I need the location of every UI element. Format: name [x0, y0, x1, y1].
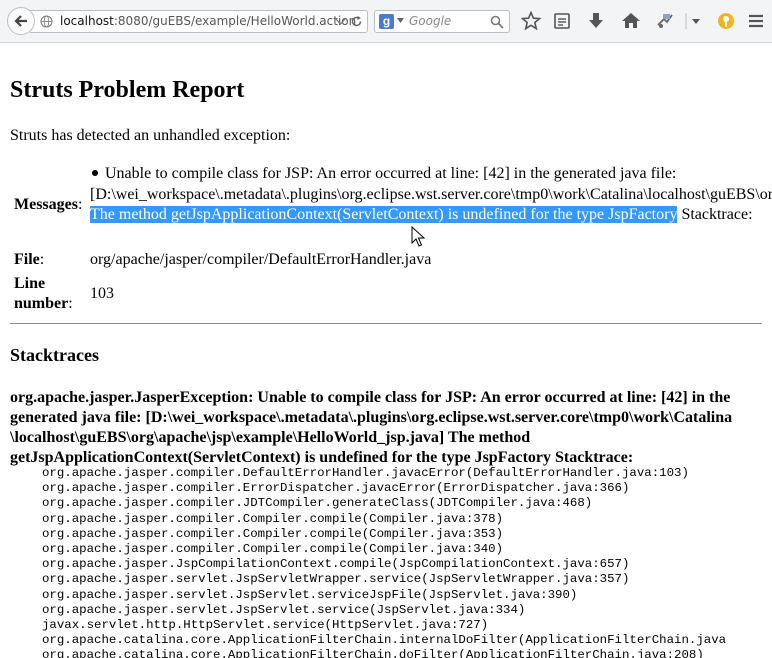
- search-input[interactable]: Google: [409, 14, 451, 28]
- line-label-1: Line: [14, 275, 46, 292]
- search-box[interactable]: g Google: [374, 10, 510, 33]
- menu-icon[interactable]: [746, 11, 766, 31]
- stack-trace-line: javax.servlet.http.HttpServlet.service(H…: [42, 618, 489, 633]
- file-label-text: File: [14, 251, 40, 268]
- line-label-2: number:: [14, 295, 73, 313]
- divider: [10, 323, 762, 324]
- stack-trace-line: org.apache.jasper.compiler.JDTCompiler.g…: [42, 496, 593, 511]
- menu-dropdown-icon[interactable]: [686, 11, 706, 31]
- download-icon[interactable]: [586, 11, 606, 31]
- file-value: org/apache/jasper/compiler/DefaultErrorH…: [90, 251, 432, 268]
- mouse-cursor-icon: [411, 226, 425, 247]
- file-label: File:: [14, 251, 44, 269]
- home-icon[interactable]: [621, 11, 641, 31]
- stack-trace-line: org.apache.catalina.core.ApplicationFilt…: [42, 633, 727, 648]
- bookmark-star-icon[interactable]: [521, 11, 541, 31]
- google-icon: g: [379, 14, 394, 29]
- reload-icon[interactable]: [350, 15, 363, 28]
- back-icon: [14, 15, 27, 27]
- colon: :: [68, 295, 73, 312]
- line-number-value: 103: [90, 285, 114, 302]
- search-icon[interactable]: [490, 15, 504, 29]
- messages-label-text: Messages: [14, 196, 78, 213]
- page-title: Struts Problem Report: [10, 77, 245, 103]
- stack-trace-line: org.apache.catalina.core.ApplicationFilt…: [42, 648, 704, 658]
- colon: :: [77, 196, 83, 213]
- stacktraces-heading: Stacktraces: [10, 345, 99, 365]
- engine-dropdown-icon[interactable]: [397, 18, 404, 23]
- stack-trace-line: org.apache.jasper.compiler.Compiler.comp…: [42, 511, 504, 526]
- extension-icon[interactable]: [716, 11, 736, 31]
- selected-text[interactable]: The method getJspApplicationContext(Serv…: [90, 206, 678, 223]
- url-bar[interactable]: localhost:8080/guEBS/example/HelloWorld.…: [30, 10, 368, 33]
- dropdown-icon[interactable]: [334, 15, 347, 28]
- url-path: :8080/guEBS/example/HelloWorld.action: [113, 14, 357, 28]
- stack-trace-line: org.apache.jasper.servlet.JspServlet.ser…: [42, 602, 526, 617]
- stack-trace-line: org.apache.jasper.servlet.JspServletWrap…: [42, 572, 630, 587]
- url-host: localhost: [60, 14, 114, 28]
- colon: :: [39, 251, 45, 268]
- message-tail: Stacktrace:: [681, 206, 753, 223]
- browser-toolbar: localhost:8080/guEBS/example/HelloWorld.…: [0, 0, 772, 43]
- url-text: localhost:8080/guEBS/example/HelloWorld.…: [60, 14, 356, 28]
- message-body: Unable to compile class for JSP: An erro…: [90, 165, 772, 203]
- page-content: Struts Problem Report Struts has detecte…: [0, 43, 772, 658]
- addon-icon[interactable]: [655, 11, 675, 31]
- line-label-text: number: [14, 295, 69, 312]
- stack-trace-line: org.apache.jasper.compiler.DefaultErrorH…: [42, 466, 689, 480]
- stack-trace-line: org.apache.jasper.JspCompilationContext.…: [42, 557, 630, 572]
- stack-trace-list: org.apache.jasper.compiler.DefaultErrorH…: [42, 466, 726, 658]
- messages-label: Messages:: [14, 196, 82, 214]
- stack-trace-line: org.apache.jasper.compiler.Compiler.comp…: [42, 542, 504, 557]
- bullet: [92, 169, 98, 176]
- exception-text: org.apache.jasper.JasperException: Unabl…: [10, 389, 733, 466]
- intro-text: Struts has detected an unhandled excepti…: [10, 127, 291, 144]
- globe-icon: [40, 15, 53, 28]
- stack-trace-line: org.apache.jasper.compiler.ErrorDispatch…: [42, 481, 630, 496]
- stack-trace-line: org.apache.jasper.compiler.Compiler.comp…: [42, 526, 504, 541]
- stack-trace-line: org.apache.jasper.servlet.JspServlet.ser…: [42, 587, 578, 602]
- message-text: Unable to compile class for JSP: An erro…: [90, 164, 772, 226]
- back-button[interactable]: [7, 7, 35, 35]
- reading-list-icon[interactable]: [552, 11, 572, 31]
